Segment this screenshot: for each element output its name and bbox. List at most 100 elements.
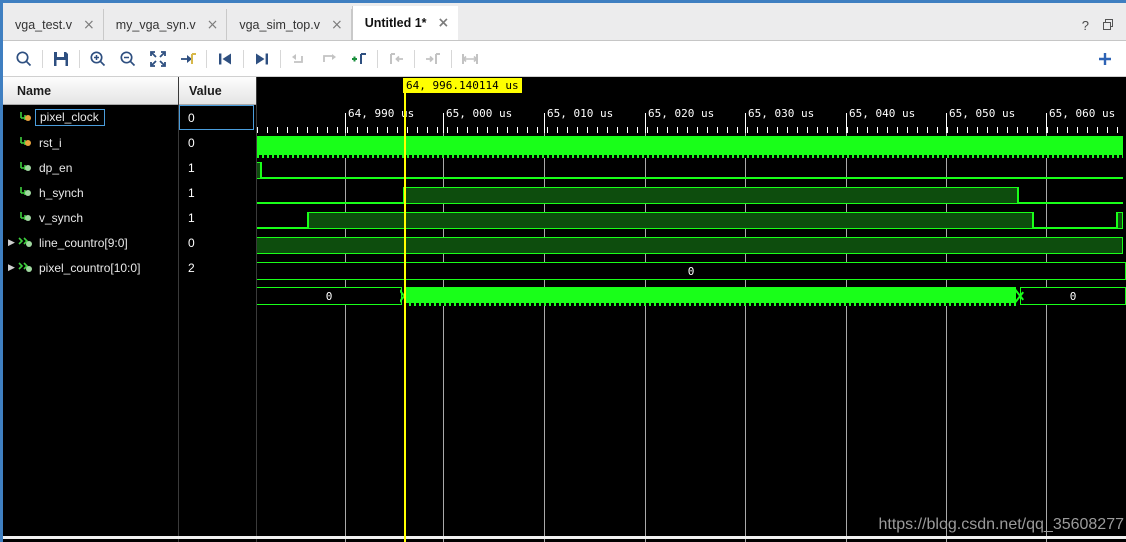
- high-segment: [257, 237, 1123, 254]
- wave-row-h_synch[interactable]: [257, 208, 1126, 233]
- signal-value-pixel_countro[interactable]: 2: [179, 255, 256, 280]
- transition-edge: [1017, 187, 1019, 204]
- close-icon[interactable]: ×: [207, 18, 219, 32]
- wave-row-dp_en[interactable]: [257, 183, 1126, 208]
- signal-name-label: line_countro[9:0]: [39, 235, 128, 250]
- bus-segment: 0: [1020, 287, 1126, 305]
- clock-waveform: [257, 136, 1123, 155]
- signal-value-line_countro[interactable]: 0: [179, 230, 256, 255]
- marker-right-icon: [418, 46, 448, 72]
- low-segment: [257, 202, 404, 204]
- signal-value-dp_en[interactable]: 1: [179, 155, 256, 180]
- wave-canvas[interactable]: 64, 990 us 65, 000 us 65, 010 us 65, 020 us…: [257, 77, 1126, 542]
- signal-name-label: dp_en: [39, 160, 73, 175]
- bus-edge-fringe: [404, 303, 1016, 306]
- previous-transition-icon[interactable]: [210, 46, 240, 72]
- wave-row-v_synch[interactable]: [257, 233, 1126, 258]
- transition-edge: [1032, 212, 1034, 229]
- toolbar-separator: [79, 49, 80, 68]
- signal-row-line_countro[interactable]: ▶ line_countro[9:0]: [3, 230, 178, 255]
- time-ruler[interactable]: 64, 990 us 65, 000 us 65, 010 us 65, 020 us…: [257, 77, 1126, 133]
- signal-row-pixel_countro[interactable]: ▶ pixel_countro[10:0]: [3, 255, 178, 280]
- toolbar-separator: [414, 49, 415, 68]
- next-marker-icon: [314, 46, 344, 72]
- wave-row-rst_i[interactable]: [257, 158, 1126, 183]
- bus-signal-icon: [18, 261, 34, 275]
- toolbar-separator: [42, 49, 43, 68]
- expander-icon[interactable]: ▶: [6, 263, 17, 272]
- signal-name-label: rst_i: [39, 135, 62, 150]
- bus-signal-icon: [18, 236, 34, 250]
- tab-label: vga_sim_top.v: [239, 17, 320, 32]
- next-transition-icon[interactable]: [247, 46, 277, 72]
- tab-vga_test-v[interactable]: vga_test.v ×: [3, 9, 104, 40]
- high-segment: [404, 187, 1018, 204]
- signal-row-v_synch[interactable]: ▶ v_synch: [3, 205, 178, 230]
- signal-name-list: ▶ pixel_clock ▶ rst_i ▶: [3, 105, 178, 280]
- signal-row-rst_i[interactable]: ▶ rst_i: [3, 130, 178, 155]
- zoom-out-icon[interactable]: [113, 46, 143, 72]
- wave-row-line_countro90[interactable]: 0: [257, 258, 1126, 283]
- ruler-tick-label: 65, 050 us: [949, 107, 1016, 120]
- add-waveform-icon[interactable]: [1090, 46, 1120, 72]
- toolbar-separator: [451, 49, 452, 68]
- wave-row-pixel_clock[interactable]: [257, 133, 1126, 158]
- search-icon[interactable]: [9, 46, 39, 72]
- signal-value-pixel_clock[interactable]: 0: [179, 105, 254, 130]
- add-marker-icon[interactable]: [344, 46, 374, 72]
- tab-label: vga_test.v: [15, 17, 72, 32]
- ruler-tick-label: 65, 060 us: [1049, 107, 1116, 120]
- waveform-toolbar: [3, 41, 1126, 77]
- waveform-viewer-window: vga_test.v × my_vga_syn.v × vga_sim_top.…: [0, 0, 1126, 542]
- toolbar-separator: [243, 49, 244, 68]
- tab-untitled-1[interactable]: Untitled 1* ×: [351, 6, 459, 40]
- wave-row-pixel_countro100[interactable]: 00: [257, 283, 1126, 308]
- tab-label: Untitled 1*: [364, 16, 427, 30]
- input-signal-icon: [18, 136, 34, 150]
- signal-name-label: pixel_clock: [35, 109, 105, 126]
- high-segment: [308, 212, 1033, 229]
- signal-row-h_synch[interactable]: ▶ h_synch: [3, 180, 178, 205]
- cursor-time-label: 64, 996.140114 us: [403, 78, 522, 93]
- signal-value-v_synch[interactable]: 1: [179, 205, 256, 230]
- ruler-tick-label: 65, 030 us: [748, 107, 815, 120]
- bus-segment: 0: [257, 262, 1126, 280]
- close-icon[interactable]: ×: [331, 18, 343, 32]
- save-icon[interactable]: [46, 46, 76, 72]
- waveform-rows: 000: [257, 133, 1126, 308]
- close-icon[interactable]: ×: [83, 18, 95, 32]
- signal-name-label: h_synch: [39, 185, 84, 200]
- low-segment: [261, 177, 1123, 179]
- transition-edge: [307, 212, 309, 229]
- transition-edge: [260, 162, 262, 179]
- ruler-tick-label: 65, 000 us: [446, 107, 513, 120]
- bus-transition-notch: [1016, 287, 1025, 305]
- close-icon[interactable]: ×: [438, 16, 450, 30]
- tab-vga_sim_top-v[interactable]: vga_sim_top.v ×: [227, 9, 352, 40]
- signal-name-label: v_synch: [39, 210, 84, 225]
- marker-left-icon: [381, 46, 411, 72]
- restore-window-icon[interactable]: [1103, 19, 1114, 32]
- snap-to-transition-icon[interactable]: [173, 46, 203, 72]
- ruler-tick-label: 65, 020 us: [648, 107, 715, 120]
- toolbar-separator: [206, 49, 207, 68]
- signal-value-h_synch[interactable]: 1: [179, 180, 256, 205]
- expander-icon[interactable]: ▶: [6, 238, 17, 247]
- zoom-in-icon[interactable]: [83, 46, 113, 72]
- signal-row-dp_en[interactable]: ▶ dp_en: [3, 155, 178, 180]
- ruler-tick-label: 65, 040 us: [849, 107, 916, 120]
- low-segment: [1033, 227, 1117, 229]
- time-cursor[interactable]: [404, 91, 406, 542]
- previous-marker-icon: [284, 46, 314, 72]
- signal-name-label: pixel_countro[10:0]: [39, 260, 141, 275]
- window-controls: ?: [1082, 19, 1126, 40]
- bus-segment: 0: [257, 287, 402, 305]
- signal-value-rst_i[interactable]: 0: [179, 130, 256, 155]
- tab-my_vga_syn-v[interactable]: my_vga_syn.v ×: [103, 9, 228, 40]
- waveform-main-area: Name ▶ pixel_clock ▶ rst_i: [3, 77, 1126, 542]
- low-segment: [1018, 202, 1123, 204]
- ruler-tick-label: 65, 010 us: [547, 107, 614, 120]
- help-icon[interactable]: ?: [1082, 19, 1089, 32]
- signal-row-pixel_clock[interactable]: ▶ pixel_clock: [3, 105, 178, 130]
- zoom-fit-icon[interactable]: [143, 46, 173, 72]
